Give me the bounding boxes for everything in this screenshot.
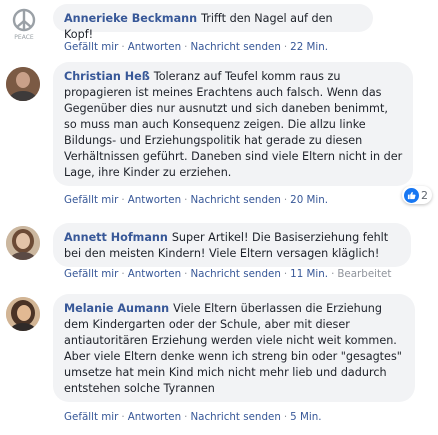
comment-actions: Gefällt mir · Antworten · Nachricht senden · 2…: [64, 194, 329, 206]
comment-bubble: Annerieke Beckmann Trifft den Nagel auf d…: [53, 4, 373, 41]
woman-avatar-icon: [6, 297, 40, 331]
edited-label[interactable]: Bearbeitet: [337, 268, 391, 280]
reply-link[interactable]: Antworten: [128, 41, 181, 53]
like-link[interactable]: Gefällt mir: [64, 268, 118, 280]
comment-actions: Gefällt mir · Antworten · Nachricht senden · 2…: [64, 41, 329, 53]
comment-bubble: Christian Heß Toleranz auf Teufel komm ra…: [53, 62, 413, 186]
avatar[interactable]: [6, 67, 40, 101]
comment-author[interactable]: Annett Hofmann: [64, 231, 168, 244]
reaction-count[interactable]: 2: [402, 186, 432, 204]
peace-sign-icon: PEACE: [12, 8, 36, 41]
timestamp[interactable]: 11 Min.: [290, 268, 328, 280]
woman-avatar-icon: [6, 226, 40, 260]
like-link[interactable]: Gefällt mir: [64, 194, 118, 206]
like-link[interactable]: Gefällt mir: [64, 41, 118, 53]
timestamp[interactable]: 20 Min.: [290, 194, 328, 206]
send-message-link[interactable]: Nachricht senden: [190, 41, 280, 53]
svg-text:PEACE: PEACE: [14, 34, 34, 41]
comment-bubble: Annett Hofmann Super Artikel! Die Basiser…: [53, 223, 411, 267]
like-icon: [404, 187, 419, 203]
timestamp[interactable]: 22 Min.: [290, 41, 328, 53]
like-link[interactable]: Gefällt mir: [64, 411, 118, 423]
comment-actions: Gefällt mir · Antworten · Nachricht senden · 1…: [64, 268, 392, 280]
comment-author[interactable]: Christian Heß: [64, 70, 150, 83]
comment-actions: Gefällt mir · Antworten · Nachricht senden · 5…: [64, 411, 322, 423]
comment-author[interactable]: Melanie Aumann: [64, 302, 169, 315]
comment-text: Viele Eltern überlassen die Erziehung de…: [64, 302, 402, 395]
reply-link[interactable]: Antworten: [128, 411, 181, 423]
send-message-link[interactable]: Nachricht senden: [190, 194, 280, 206]
reply-link[interactable]: Antworten: [128, 268, 181, 280]
avatar[interactable]: PEACE: [6, 6, 42, 42]
comment-text: Toleranz auf Teufel komm raus zu propagi…: [64, 70, 403, 179]
avatar[interactable]: [6, 226, 40, 260]
comment-thread: PEACE Annerieke Beckmann Trifft den Nagel…: [0, 0, 438, 435]
comment-bubble: Melanie Aumann Viele Eltern überlassen di…: [53, 294, 415, 402]
man-avatar-icon: [6, 67, 40, 101]
avatar[interactable]: [6, 297, 40, 331]
send-message-link[interactable]: Nachricht senden: [190, 268, 280, 280]
reaction-number: 2: [421, 188, 428, 202]
timestamp[interactable]: 5 Min.: [290, 411, 321, 423]
send-message-link[interactable]: Nachricht senden: [190, 411, 280, 423]
comment-author[interactable]: Annerieke Beckmann: [64, 12, 197, 25]
reply-link[interactable]: Antworten: [128, 194, 181, 206]
